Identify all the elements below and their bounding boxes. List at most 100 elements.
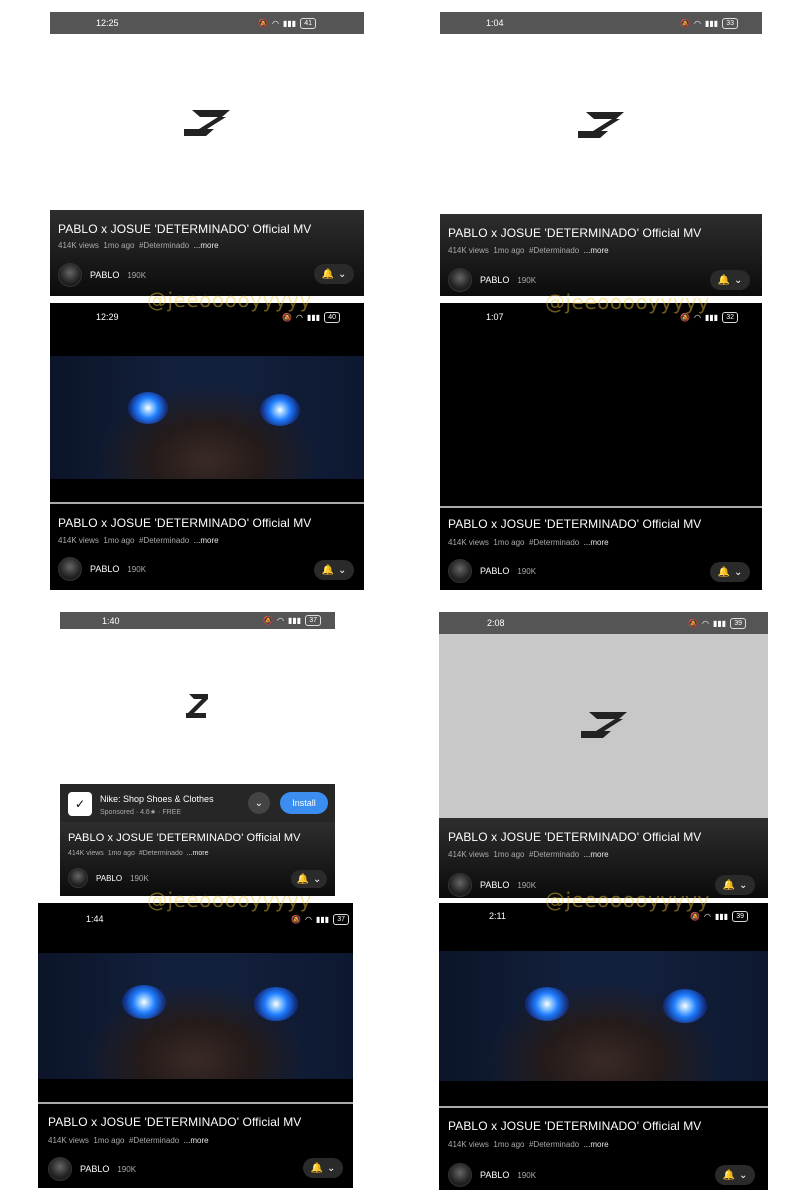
subscribe-bell-button[interactable]: 🔔 ⌄ xyxy=(314,264,354,284)
video-meta: 414K views 1mo ago #Determinado ...more xyxy=(68,850,209,857)
channel-name[interactable]: PABLO xyxy=(90,270,119,280)
subscribe-bell-button[interactable]: 🔔 ⌄ xyxy=(291,870,327,888)
channel-row[interactable]: PABLO 190K xyxy=(48,1157,136,1181)
video-player[interactable] xyxy=(38,953,353,1079)
chevron-down-icon: ⌄ xyxy=(313,873,322,885)
status-icons: 🔕 ◠ ▮▮▮ 41 xyxy=(258,17,316,29)
subscriber-count: 190K xyxy=(130,873,149,883)
video-player[interactable] xyxy=(439,951,768,1081)
glowing-eye xyxy=(254,987,298,1021)
status-bar: 1:40 🔕 ◠ ▮▮▮ 37 xyxy=(60,612,335,629)
bell-icon: 🔔 xyxy=(296,873,310,885)
battery-icon: 41 xyxy=(300,17,316,29)
battery-icon: 32 xyxy=(722,311,738,323)
chevron-down-icon: ⌄ xyxy=(739,879,748,891)
video-title[interactable]: PABLO x JOSUE 'DETERMINADO' Official MV xyxy=(58,222,311,236)
channel-name[interactable]: PABLO xyxy=(480,275,509,285)
battery-icon: 39 xyxy=(730,617,746,629)
z-logo-icon xyxy=(578,112,624,138)
video-meta: 414K views 1mo ago #Determinado ...more xyxy=(448,1140,609,1149)
mute-icon: 🔕 xyxy=(680,18,690,28)
video-progress-bar[interactable] xyxy=(440,506,762,508)
avatar[interactable] xyxy=(68,868,88,888)
subscribe-bell-button[interactable]: 🔔 ⌄ xyxy=(710,270,750,290)
status-time: 2:11 xyxy=(489,911,506,921)
subscriber-count: 190K xyxy=(517,1170,537,1180)
avatar[interactable] xyxy=(58,263,82,287)
avatar[interactable] xyxy=(448,873,472,897)
mute-icon: 🔕 xyxy=(263,616,273,625)
avatar[interactable] xyxy=(58,557,82,581)
video-progress-bar[interactable] xyxy=(439,1106,768,1108)
battery-icon: 37 xyxy=(333,913,349,925)
video-title[interactable]: PABLO x JOSUE 'DETERMINADO' Official MV xyxy=(68,832,301,844)
channel-name[interactable]: PABLO xyxy=(90,564,119,574)
video-info-card[interactable]: PABLO x JOSUE 'DETERMINADO' Official MV … xyxy=(60,822,335,896)
video-title[interactable]: PABLO x JOSUE 'DETERMINADO' Official MV xyxy=(448,226,701,240)
video-title[interactable]: PABLO x JOSUE 'DETERMINADO' Official MV xyxy=(448,830,701,844)
channel-name[interactable]: PABLO xyxy=(480,880,509,890)
battery-icon: 39 xyxy=(732,910,748,922)
video-info-card[interactable]: PABLO x JOSUE 'DETERMINADO' Official MV … xyxy=(439,818,768,898)
status-time: 1:07 xyxy=(486,312,504,322)
subscriber-count: 190K xyxy=(117,1164,137,1174)
video-info-card[interactable]: PABLO x JOSUE 'DETERMINADO' Official MV … xyxy=(440,214,762,296)
channel-row[interactable]: PABLO 190K xyxy=(58,263,146,287)
video-info-card[interactable]: PABLO x JOSUE 'DETERMINADO' Official MV … xyxy=(50,210,364,296)
bell-icon: 🔔 xyxy=(321,564,335,576)
avatar[interactable] xyxy=(48,1157,72,1181)
video-title[interactable]: PABLO x JOSUE 'DETERMINADO' Official MV xyxy=(448,517,701,531)
subscribe-bell-button[interactable]: 🔔 ⌄ xyxy=(715,1165,755,1185)
video-title[interactable]: PABLO x JOSUE 'DETERMINADO' Official MV xyxy=(48,1115,301,1129)
chevron-down-icon[interactable]: ⌄ xyxy=(248,792,270,814)
status-time: 12:29 xyxy=(96,312,119,322)
watermark-text: @jeeooooyyyyy xyxy=(147,288,312,312)
watermark-text: @jeeooooyyyyy xyxy=(147,888,312,912)
sponsored-ad-banner[interactable]: ✓ Nike: Shop Shoes & Clothes Sponsored ·… xyxy=(60,784,335,822)
channel-name[interactable]: PABLO xyxy=(80,1164,109,1174)
install-button[interactable]: Install xyxy=(280,792,328,814)
subscribe-bell-button[interactable]: 🔔 ⌄ xyxy=(710,562,750,582)
battery-icon: 40 xyxy=(324,311,340,323)
glowing-eye xyxy=(122,985,166,1019)
channel-name[interactable]: PABLO xyxy=(480,566,509,576)
mute-icon: 🔕 xyxy=(282,312,292,322)
battery-icon: 33 xyxy=(722,17,738,29)
status-icons: 🔕 ◠ ▮▮▮ 40 xyxy=(282,311,340,323)
glowing-eye xyxy=(525,987,569,1021)
video-title[interactable]: PABLO x JOSUE 'DETERMINADO' Official MV xyxy=(448,1119,701,1133)
status-bar: 2:08 🔕 ◠ ▮▮▮ 39 xyxy=(439,612,768,634)
battery-icon: 37 xyxy=(305,615,321,626)
channel-name[interactable]: PABLO xyxy=(480,1170,509,1180)
channel-row[interactable]: PABLO 190K xyxy=(448,559,536,583)
video-player[interactable] xyxy=(50,356,364,479)
video-title[interactable]: PABLO x JOSUE 'DETERMINADO' Official MV xyxy=(58,516,311,530)
avatar[interactable] xyxy=(448,559,472,583)
subscriber-count: 190K xyxy=(127,564,147,574)
subscribe-bell-button[interactable]: 🔔 ⌄ xyxy=(715,875,755,895)
avatar[interactable] xyxy=(448,268,472,292)
video-frame: 12:29 🔕 ◠ ▮▮▮ 40 PABLO x JOSUE 'DETERMINADO… xyxy=(50,303,364,590)
subscribe-bell-button[interactable]: 🔔 ⌄ xyxy=(303,1158,343,1178)
channel-row[interactable]: PABLO 190K xyxy=(68,868,149,888)
status-bar: 1:04 🔕 ◠ ▮▮▮ 33 xyxy=(440,12,762,34)
video-meta: 414K views 1mo ago #Determinado ...more xyxy=(58,536,219,545)
signal-icon: ▮▮▮ xyxy=(287,616,302,625)
avatar[interactable] xyxy=(448,1163,472,1187)
status-icons: 🔕 ◠ ▮▮▮ 33 xyxy=(680,17,738,29)
video-player[interactable] xyxy=(440,333,762,503)
channel-name[interactable]: PABLO xyxy=(96,874,122,883)
video-progress-bar[interactable] xyxy=(50,502,364,504)
video-frame: 1:07 🔕 ◠ ▮▮▮ 32 PABLO x JOSUE 'DETERMINADO'… xyxy=(440,303,762,590)
subscribe-bell-button[interactable]: 🔔 ⌄ xyxy=(314,560,354,580)
channel-row[interactable]: PABLO 190K xyxy=(448,268,536,292)
signal-icon: ▮▮▮ xyxy=(315,914,330,924)
chevron-down-icon: ⌄ xyxy=(338,564,347,576)
video-meta: 414K views 1mo ago #Determinado ...more xyxy=(58,241,219,250)
channel-row[interactable]: PABLO 190K xyxy=(448,873,536,897)
channel-row[interactable]: PABLO 190K xyxy=(448,1163,536,1187)
channel-row[interactable]: PABLO 190K xyxy=(58,557,146,581)
video-progress-bar[interactable] xyxy=(38,1102,353,1104)
status-bar: 12:25 🔕 ◠ ▮▮▮ 41 xyxy=(50,12,364,34)
ad-app-name[interactable]: Nike: Shop Shoes & Clothes xyxy=(100,794,214,804)
